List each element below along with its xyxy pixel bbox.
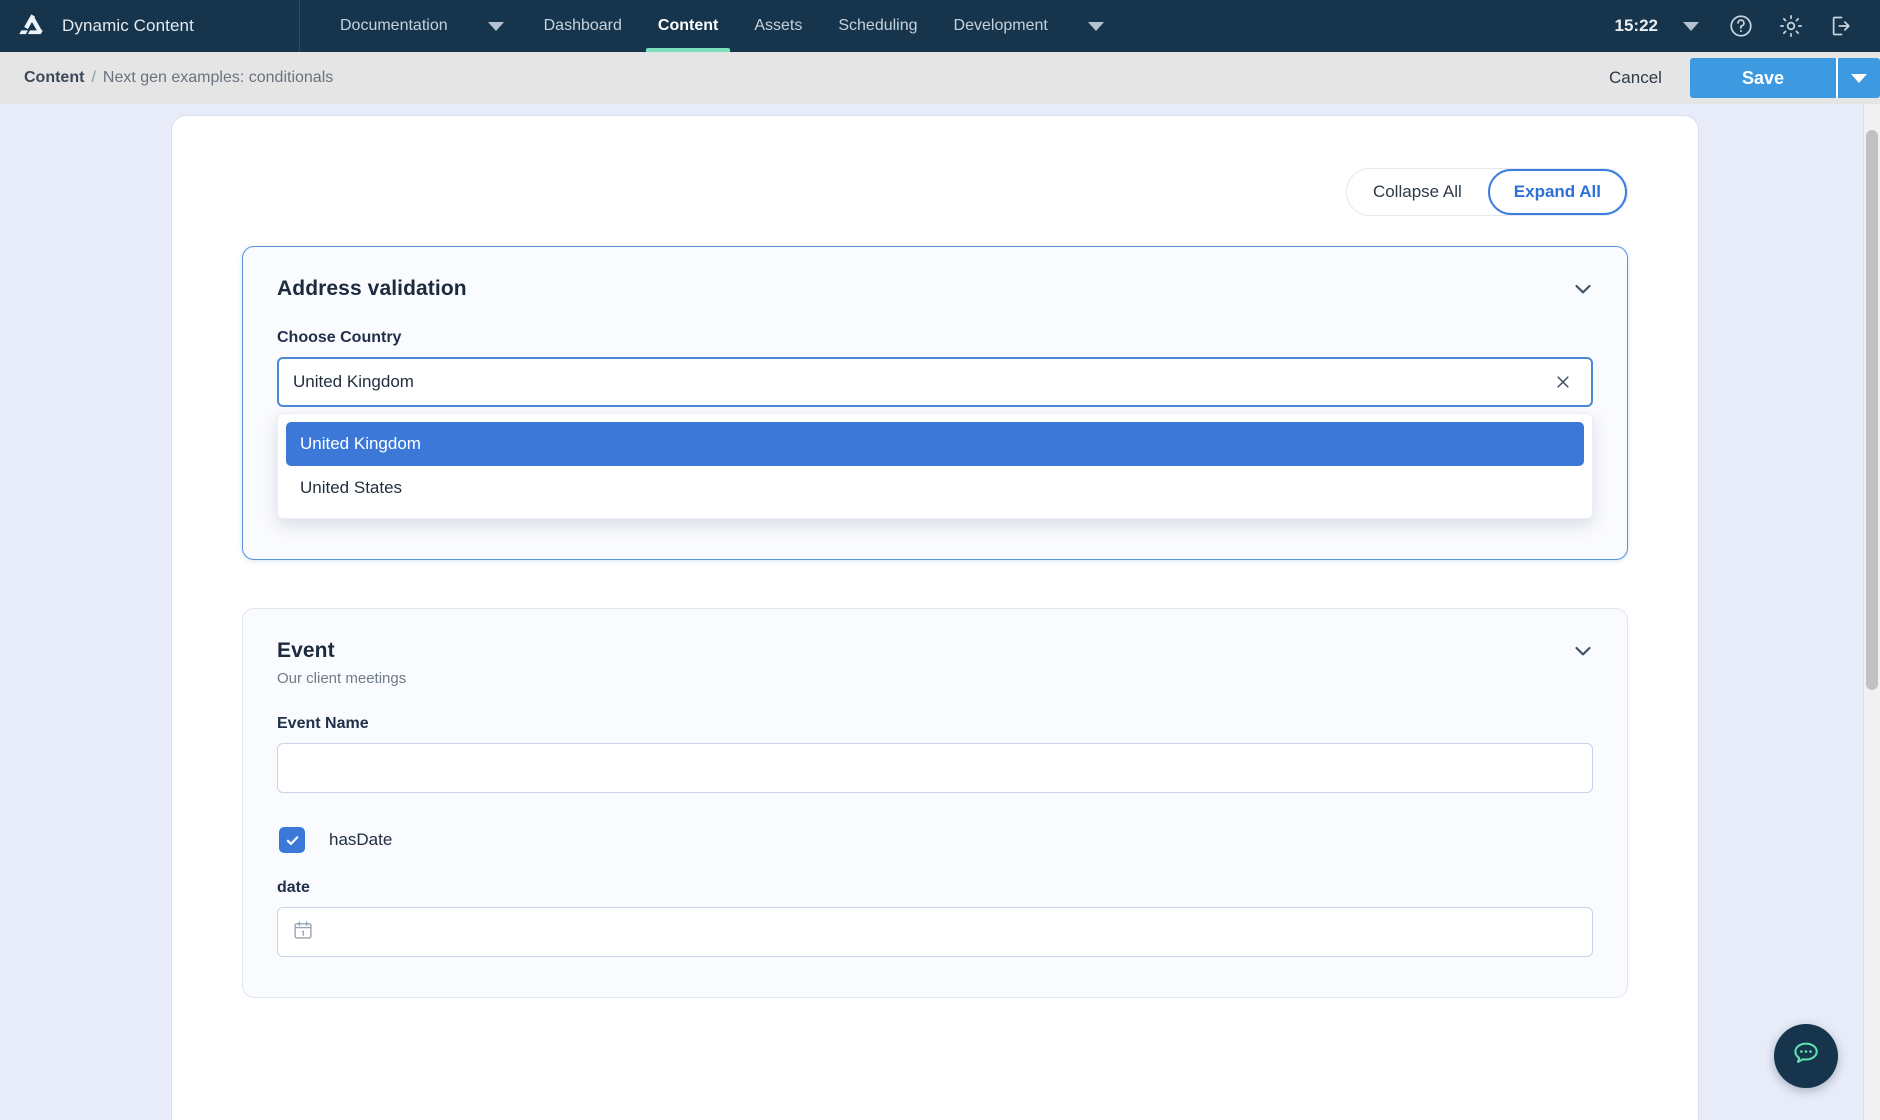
panel-event-header: Event Our client meetings bbox=[243, 609, 1627, 687]
clear-x-icon[interactable] bbox=[1549, 368, 1577, 396]
country-option-united-kingdom[interactable]: United Kingdom bbox=[286, 422, 1584, 466]
help-circle-icon[interactable] bbox=[1716, 0, 1766, 52]
save-button-group: Save bbox=[1689, 58, 1880, 98]
page-scrollbar[interactable] bbox=[1863, 104, 1880, 1120]
country-option-united-states[interactable]: United States bbox=[286, 466, 1584, 510]
expand-collapse-segmented-control: Collapse All Expand All bbox=[1345, 168, 1628, 216]
country-combobox[interactable]: United Kingdom bbox=[277, 357, 1593, 407]
date-label: date bbox=[277, 879, 310, 896]
event-name-label: Event Name bbox=[277, 715, 369, 732]
dynamic-content-logo-icon bbox=[18, 11, 48, 41]
nav-item-content[interactable]: Content bbox=[640, 0, 736, 52]
field-event-name: Event Name bbox=[277, 715, 1593, 793]
panel-address-validation-header: Address validation bbox=[243, 247, 1627, 301]
brand-block[interactable]: Dynamic Content bbox=[0, 0, 300, 52]
panel-address-validation: Address validation Choose Country United… bbox=[242, 246, 1628, 560]
top-navigation-bar: Dynamic Content Documentation Dashboard … bbox=[0, 0, 1880, 52]
panel-event-subtitle: Our client meetings bbox=[277, 670, 407, 687]
panel-address-validation-body: Choose Country United Kingdom United Kin… bbox=[243, 301, 1627, 559]
country-combobox-wrapper: United Kingdom United Kingdom United Sta… bbox=[277, 357, 1593, 519]
calendar-icon[interactable] bbox=[292, 919, 314, 946]
panel-event-chevron-down-icon[interactable] bbox=[1563, 631, 1603, 671]
sign-out-icon[interactable] bbox=[1816, 0, 1866, 52]
nav-development-caret-icon[interactable] bbox=[1066, 0, 1126, 52]
breadcrumb-root-link[interactable]: Content bbox=[24, 69, 84, 87]
chat-bubble-button[interactable] bbox=[1774, 1024, 1838, 1088]
breadcrumb-action-bar: Content / Next gen examples: conditional… bbox=[0, 52, 1880, 104]
panel-address-validation-chevron-down-icon[interactable] bbox=[1563, 269, 1603, 309]
action-buttons: Cancel Save bbox=[1581, 52, 1880, 104]
panel-event-title: Event bbox=[277, 639, 335, 662]
page-body: Collapse All Expand All Address validati… bbox=[0, 104, 1880, 1120]
field-date: date bbox=[277, 879, 1593, 957]
country-dropdown-list: United Kingdom United States bbox=[277, 413, 1593, 519]
field-has-date: hasDate bbox=[279, 827, 1593, 853]
chat-bubble-icon bbox=[1789, 1037, 1823, 1076]
primary-nav: Documentation Dashboard Content Assets S… bbox=[300, 0, 1126, 52]
panel-address-validation-title: Address validation bbox=[277, 277, 467, 300]
cancel-button[interactable]: Cancel bbox=[1581, 52, 1690, 104]
save-button[interactable]: Save bbox=[1689, 58, 1836, 98]
panel-event-body: Event Name hasDate date bbox=[243, 687, 1627, 997]
breadcrumb: Content / Next gen examples: conditional… bbox=[24, 69, 333, 87]
field-choose-country: Choose Country United Kingdom United Kin… bbox=[277, 329, 1593, 519]
nav-documentation-caret-icon[interactable] bbox=[466, 0, 526, 52]
form-panels: Address validation Choose Country United… bbox=[172, 216, 1698, 998]
page-scrollbar-thumb[interactable] bbox=[1866, 130, 1878, 690]
event-name-input[interactable] bbox=[277, 743, 1593, 793]
country-combobox-value: United Kingdom bbox=[293, 372, 414, 391]
expand-collapse-toolbar: Collapse All Expand All bbox=[172, 116, 1698, 216]
collapse-all-button[interactable]: Collapse All bbox=[1347, 169, 1488, 215]
user-menu-chevron-down-icon[interactable] bbox=[1666, 0, 1716, 52]
has-date-checkbox[interactable] bbox=[279, 827, 305, 853]
brand-name: Dynamic Content bbox=[62, 16, 194, 35]
nav-item-scheduling[interactable]: Scheduling bbox=[820, 0, 935, 52]
nav-item-documentation[interactable]: Documentation bbox=[322, 0, 466, 52]
top-right-controls: 15:22 bbox=[1607, 0, 1880, 52]
content-sheet: Collapse All Expand All Address validati… bbox=[172, 116, 1698, 1120]
expand-all-button[interactable]: Expand All bbox=[1487, 169, 1627, 215]
breadcrumb-current: Next gen examples: conditionals bbox=[102, 69, 334, 86]
clock: 15:22 bbox=[1614, 16, 1658, 35]
choose-country-label: Choose Country bbox=[277, 329, 402, 346]
nav-item-dashboard[interactable]: Dashboard bbox=[526, 0, 640, 52]
gear-icon[interactable] bbox=[1766, 0, 1816, 52]
panel-event: Event Our client meetings Event Name has… bbox=[242, 608, 1628, 998]
save-dropdown-caret-icon[interactable] bbox=[1836, 58, 1880, 98]
nav-item-development[interactable]: Development bbox=[936, 0, 1066, 52]
date-input[interactable] bbox=[277, 907, 1593, 957]
nav-item-assets[interactable]: Assets bbox=[736, 0, 820, 52]
has-date-label: hasDate bbox=[329, 830, 393, 849]
breadcrumb-separator: / bbox=[91, 69, 96, 86]
